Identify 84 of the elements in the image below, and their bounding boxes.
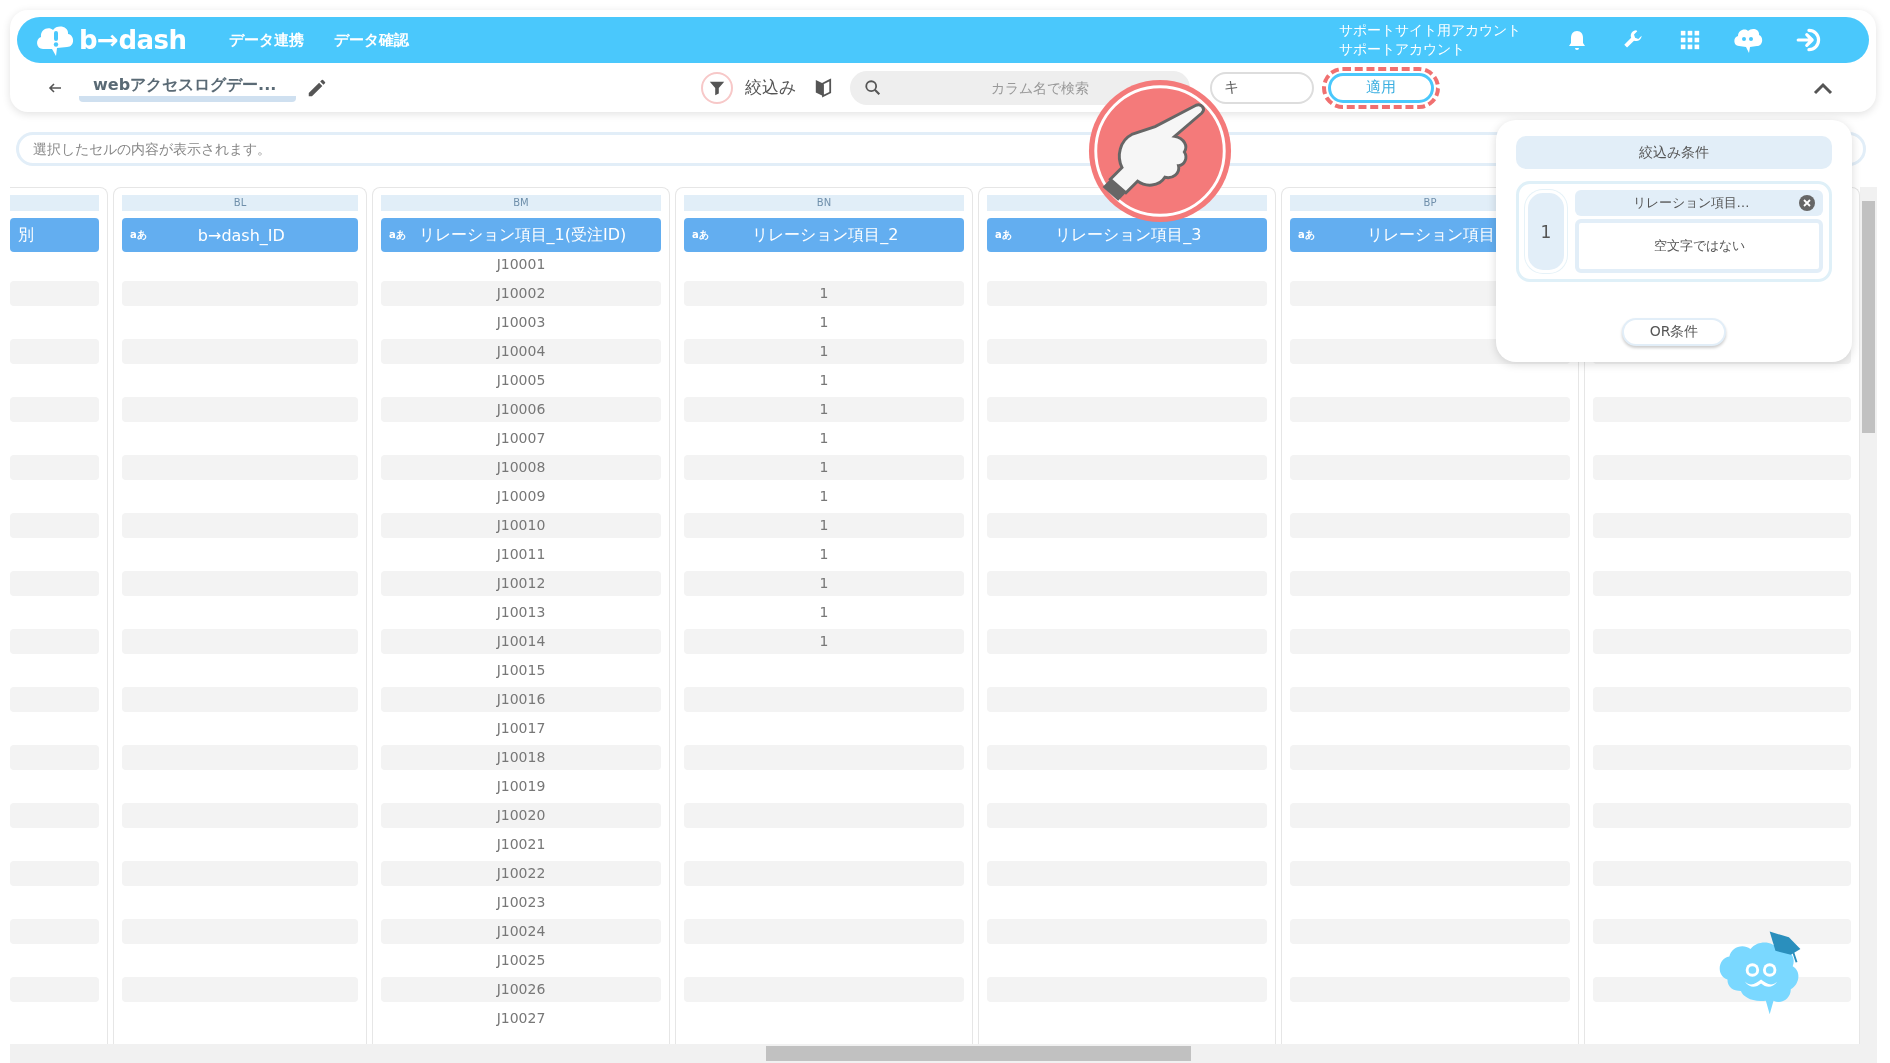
- table-cell-text: J10001: [495, 255, 547, 274]
- table-cell: 1: [684, 339, 964, 364]
- condition-field[interactable]: リレーション項目…: [1575, 190, 1823, 216]
- table-cell: 1: [684, 629, 964, 654]
- account-name: サポートサイト用アカウント: [1339, 21, 1521, 40]
- table-cell-text: J10013: [495, 603, 547, 622]
- nav-link[interactable]: データ確認: [333, 30, 409, 50]
- table-cell: J10006: [381, 397, 661, 422]
- type-label: aあ: [389, 228, 406, 242]
- column-title: リレーション項目_1(受注ID): [418, 224, 627, 246]
- table-cell: J10002: [381, 281, 661, 306]
- table-cell-text: J10007: [495, 429, 547, 448]
- cloud-character-icon[interactable]: [1733, 26, 1763, 54]
- apply-button[interactable]: 適用: [1328, 72, 1435, 103]
- table-cell-text: 1: [818, 603, 830, 622]
- vertical-scrollbar[interactable]: [1860, 187, 1877, 1044]
- table-cell: J10024: [381, 919, 661, 944]
- sheet-title[interactable]: webアクセスログデー...: [79, 73, 297, 102]
- column-title: 別: [18, 224, 34, 246]
- table-cell: 1: [684, 455, 964, 480]
- table-cell-text: J10009: [495, 487, 547, 506]
- filter-label[interactable]: 絞込み: [745, 76, 797, 99]
- column-letter: BP: [1423, 197, 1437, 208]
- column-header[interactable]: aあ リレーション項目_1(受注ID): [381, 218, 661, 252]
- column-header[interactable]: aあ b→dash_ID: [122, 218, 358, 252]
- table-cell-text: J10003: [495, 313, 547, 332]
- table-cell-text: 1: [818, 313, 830, 332]
- table-cell-text: J10015: [495, 661, 547, 680]
- condition-number: 1: [1525, 190, 1567, 273]
- table-cell: J10008: [381, 455, 661, 480]
- table-cell-text: 1: [818, 429, 830, 448]
- panel-title: 絞込み条件: [1516, 136, 1832, 169]
- column-title: リレーション項目_3: [1055, 224, 1202, 246]
- table-cell-text: J10011: [495, 545, 547, 564]
- horizontal-scrollbar[interactable]: [10, 1044, 1877, 1063]
- table-cell: J10026: [381, 977, 661, 1002]
- or-condition-button[interactable]: OR条件: [1622, 318, 1726, 346]
- field-name: リレーション項目…: [1631, 194, 1751, 212]
- beginner-mark-icon[interactable]: [814, 76, 833, 99]
- table-cell: J10010: [381, 513, 661, 538]
- type-label: aあ: [995, 228, 1012, 242]
- column-letter: BM: [513, 197, 529, 208]
- type-label: aあ: [130, 228, 147, 242]
- table-cell-text: J10019: [495, 777, 547, 796]
- table-cell-text: J10021: [495, 835, 547, 854]
- table-cell-text: 1: [818, 487, 830, 506]
- table-cell: 1: [684, 513, 964, 538]
- table-cell: J10004: [381, 339, 661, 364]
- table-cell: J10018: [381, 745, 661, 770]
- nav-link[interactable]: データ連携: [228, 30, 304, 50]
- remove-icon[interactable]: [1799, 195, 1815, 211]
- table-cell-text: J10023: [495, 893, 547, 912]
- table-cell: 1: [684, 281, 964, 306]
- table-cell-text: 1: [818, 371, 830, 390]
- logo-text[interactable]: b→dash: [79, 25, 187, 55]
- table-cell-text: J10005: [495, 371, 547, 390]
- table-cell: J10016: [381, 687, 661, 712]
- table-cell-text: J10027: [495, 1009, 547, 1028]
- column-title: リレーション項目_2: [752, 224, 899, 246]
- table-cell-text: 1: [818, 545, 830, 564]
- collapse-chevron-icon[interactable]: [1813, 80, 1833, 95]
- apps-grid-icon[interactable]: [1679, 29, 1701, 51]
- table-cell-text: J10025: [495, 951, 547, 970]
- type-label: aあ: [1298, 228, 1315, 242]
- type-label: aあ: [692, 228, 709, 242]
- account-name: サポートアカウント: [1339, 40, 1466, 59]
- table-cell: 1: [684, 397, 964, 422]
- search-icon: [864, 78, 883, 97]
- column-title: リレーション項目: [1367, 224, 1496, 246]
- column-letter: BL: [233, 197, 247, 208]
- column-header[interactable]: aあ リレーション項目_3: [987, 218, 1267, 252]
- cancel-button[interactable]: キ: [1210, 71, 1315, 104]
- table-cell-text: J10017: [495, 719, 547, 738]
- table-cell: J10020: [381, 803, 661, 828]
- table-cell: J10014: [381, 629, 661, 654]
- filter-icon[interactable]: [701, 71, 734, 104]
- column-header[interactable]: aあ リレーション項目_2: [684, 218, 964, 252]
- column-title: b→dash_ID: [197, 225, 285, 245]
- table-cell: J10012: [381, 571, 661, 596]
- table-cell: 1: [684, 571, 964, 596]
- column-header[interactable]: 別: [10, 218, 99, 252]
- condition-value[interactable]: 空文字ではない: [1575, 219, 1823, 273]
- table-cell: J10022: [381, 861, 661, 886]
- column-letter: BN: [816, 197, 832, 208]
